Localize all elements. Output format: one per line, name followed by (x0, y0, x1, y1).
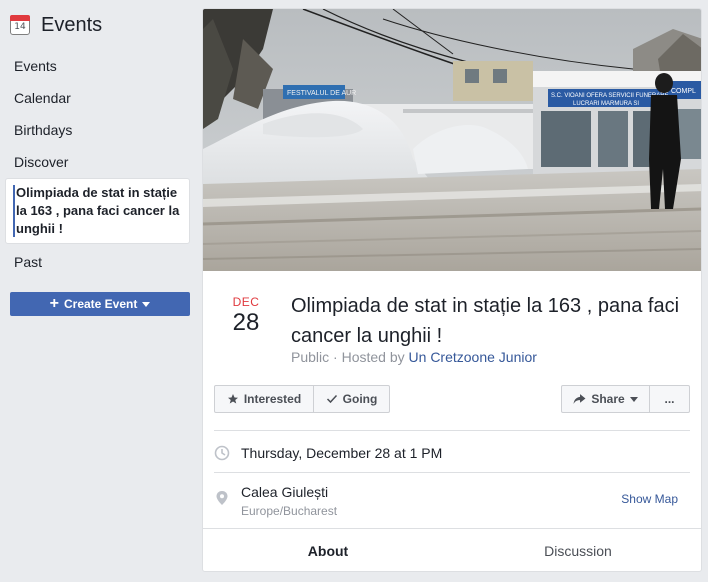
event-date-day: 28 (232, 309, 260, 336)
create-event-button[interactable]: + Create Event (10, 292, 190, 316)
event-card: FESTIVALUL DE AUR S.C. VIOANI OFERA SERV… (202, 8, 702, 572)
cover-sign-3: LUCRARI MARMURA SI (573, 101, 639, 107)
hosted-by-label: Hosted by (341, 349, 405, 365)
sidebar-item-birthdays[interactable]: Birthdays (0, 114, 200, 146)
event-location: Calea Giulești (241, 484, 329, 500)
divider (214, 472, 690, 473)
share-arrow-icon (573, 394, 586, 404)
sidebar-item-discover[interactable]: Discover (0, 146, 200, 178)
event-datetime: Thursday, December 28 at 1 PM (241, 445, 443, 461)
sidebar-title[interactable]: Events (41, 14, 102, 37)
calendar-icon-day: 14 (14, 22, 26, 32)
create-event-label: Create Event (63, 297, 138, 311)
interested-label: Interested (243, 392, 302, 406)
meta-separator: · (333, 349, 342, 365)
divider (214, 430, 690, 431)
calendar-icon: 14 (10, 15, 30, 35)
event-date-badge: DEC 28 (221, 295, 271, 337)
left-sidebar: 14 Events Events Calendar Birthdays Disc… (0, 0, 200, 582)
chevron-down-icon (142, 301, 151, 307)
plus-icon: + (49, 295, 59, 312)
cover-photo-image: FESTIVALUL DE AUR S.C. VIOANI OFERA SERV… (203, 9, 701, 271)
cover-sign-1: FESTIVALUL DE AUR (287, 90, 356, 97)
cover-sign-4: COMPL (671, 88, 696, 95)
sidebar-item-active-event[interactable]: Olimpiada de stat in stație la 163 , pan… (5, 178, 190, 244)
event-cover-photo[interactable]: FESTIVALUL DE AUR S.C. VIOANI OFERA SERV… (203, 9, 701, 271)
show-map-link[interactable]: Show Map (621, 492, 678, 506)
event-tabs: About Discussion (203, 528, 701, 571)
more-options-label: ... (664, 392, 675, 406)
sidebar-item-events[interactable]: Events (0, 50, 200, 82)
event-host-link[interactable]: Un Cretzoone Junior (409, 349, 537, 365)
event-date-month: DEC (232, 295, 260, 309)
share-button[interactable]: Share (561, 385, 650, 413)
clock-icon (214, 445, 230, 461)
going-button[interactable]: Going (313, 385, 390, 413)
event-privacy: Public (291, 349, 330, 365)
sidebar-header[interactable]: 14 Events (10, 12, 102, 38)
location-pin-icon (216, 491, 228, 505)
event-title: Olimpiada de stat in stație la 163 , pan… (291, 295, 680, 347)
sidebar-nav: Events Calendar Birthdays Discover Olimp… (0, 50, 200, 278)
interested-button[interactable]: Interested (214, 385, 314, 413)
sidebar-item-past[interactable]: Past (0, 246, 200, 278)
star-icon (227, 394, 238, 404)
event-timezone: Europe/Bucharest (241, 504, 338, 518)
sidebar-active-event-label: Olimpiada de stat in stație la 163 , pan… (16, 185, 180, 236)
more-options-button[interactable]: ... (649, 385, 690, 413)
sidebar-item-calendar[interactable]: Calendar (0, 82, 200, 114)
share-label: Share (591, 392, 625, 406)
tab-about[interactable]: About (203, 529, 453, 571)
event-meta: Public · Hosted by Un Cretzoone Junior (291, 349, 537, 365)
going-label: Going (342, 392, 378, 406)
chevron-down-icon (629, 396, 638, 402)
tab-discussion[interactable]: Discussion (453, 529, 701, 571)
checkmark-icon (326, 394, 337, 404)
